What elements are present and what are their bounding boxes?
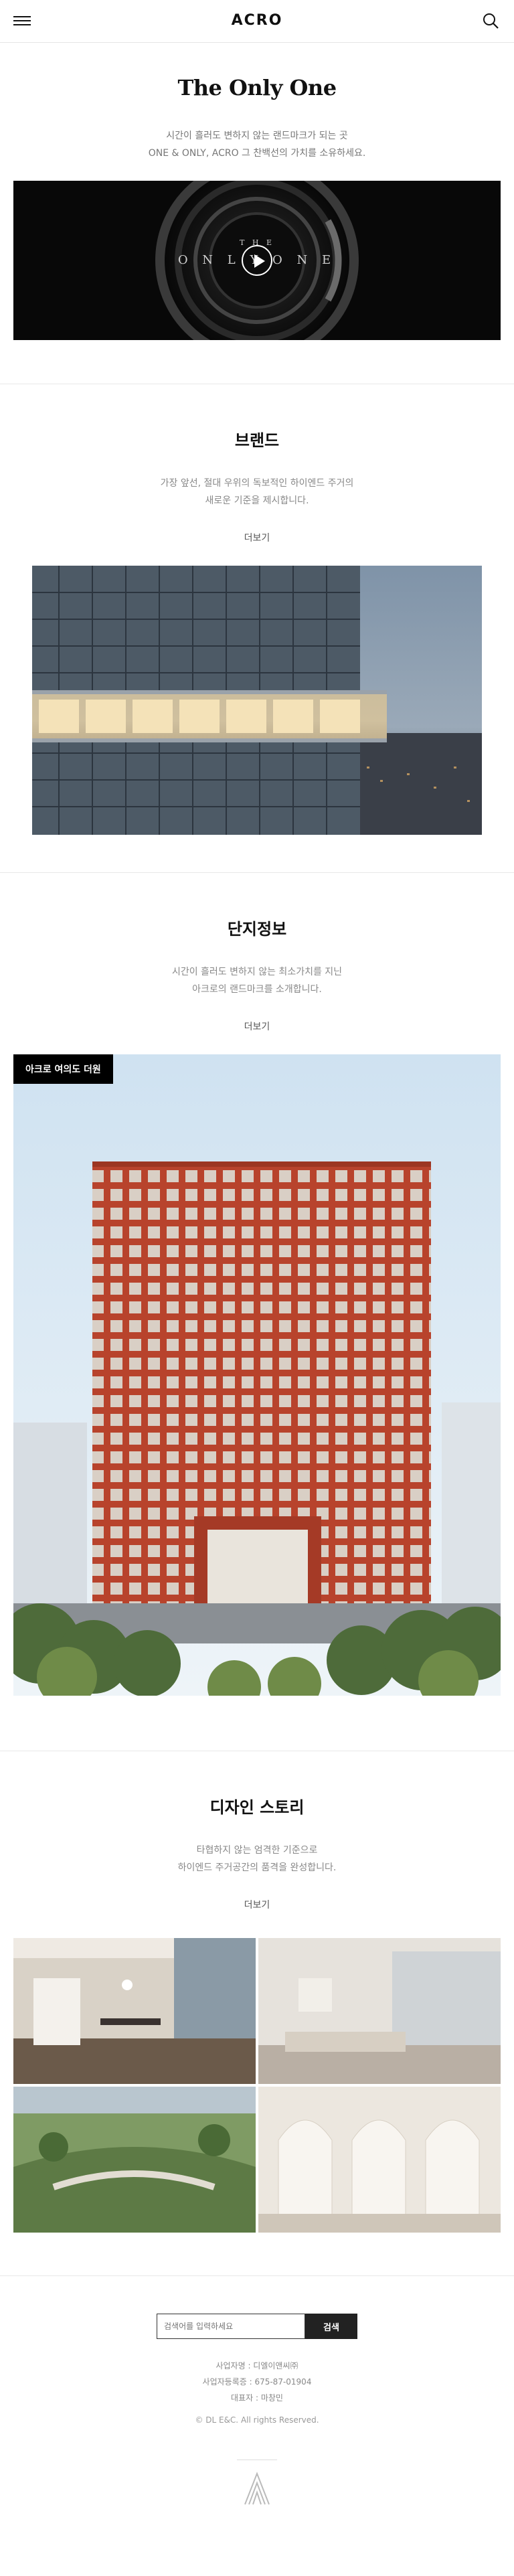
complex-title: 단지정보	[227, 920, 287, 939]
search-icon[interactable]	[482, 12, 499, 29]
arches-graphic	[258, 2087, 501, 2233]
lobby-graphic	[13, 1938, 256, 2084]
site-footer: 검색 사업자명 : 디엘이앤씨㈜ 사업자등록증 : 675-87-01904 대…	[0, 2276, 514, 2576]
design-desc-line2: 하이엔드 주거공간의 품격을 완성합니다.	[177, 1862, 337, 1873]
complex-section: 단지정보 시간이 흘러도 변하지 않는 최소가치를 지닌 아크로의 랜드마크를 …	[0, 873, 514, 1751]
intro-title: The Only One	[177, 75, 337, 100]
design-title: 디자인 스토리	[209, 1798, 305, 1817]
design-more-link[interactable]: 더보기	[0, 1898, 514, 1911]
copyright: © DL E&C. All rights Reserved.	[195, 2415, 319, 2425]
intro-section: The Only One 시간이 흘러도 변하지 않는 랜드마크가 되는 곳 O…	[0, 43, 514, 384]
brand-desc-line1: 가장 앞선, 절대 우위의 독보적인 하이엔드 주거의	[160, 478, 354, 489]
design-image-grid	[13, 1938, 501, 2233]
brand-building-graphic	[32, 566, 482, 835]
brand-section: 브랜드 가장 앞선, 절대 우위의 독보적인 하이엔드 주거의 새로운 기준을 …	[0, 384, 514, 873]
brand-desc-line2: 새로운 기준을 제시합니다.	[205, 495, 309, 506]
intro-desc-line1: 시간이 흘러도 변하지 않는 랜드마크가 되는 곳	[166, 131, 348, 141]
complex-desc-line1: 시간이 흘러도 변하지 않는 최소가치를 지닌	[171, 967, 343, 977]
footer-search-form: 검색	[0, 2314, 514, 2339]
design-description: 타협하지 않는 엄격한 기준으로 하이엔드 주거공간의 품격을 완성합니다.	[0, 1842, 514, 1876]
brand-more-link[interactable]: 더보기	[0, 531, 514, 544]
complex-name-tag: 아크로 여의도 더원	[13, 1054, 113, 1084]
company-name: 사업자명 : 디엘이앤씨㈜	[216, 2361, 298, 2370]
brand-building-image	[32, 566, 482, 835]
complex-description: 시간이 흘러도 변하지 않는 최소가치를 지닌 아크로의 랜드마크를 소개합니다…	[0, 963, 514, 998]
design-image-arches[interactable]	[258, 2087, 501, 2233]
design-image-living[interactable]	[258, 1938, 501, 2084]
complex-more-link[interactable]: 더보기	[0, 1020, 514, 1033]
garden-graphic	[13, 2087, 256, 2233]
business-number: 사업자등록증 : 675-87-01904	[202, 2377, 312, 2387]
site-logo[interactable]: ACRO	[0, 12, 514, 29]
ceo-name: 대표자 : 마창민	[231, 2393, 283, 2403]
design-desc-line1: 타협하지 않는 엄격한 기준으로	[196, 1845, 318, 1856]
design-section: 디자인 스토리 타협하지 않는 엄격한 기준으로 하이엔드 주거공간의 품격을 …	[0, 1751, 514, 2276]
design-image-lobby[interactable]	[13, 1938, 256, 2084]
brand-description: 가장 앞선, 절대 우위의 독보적인 하이엔드 주거의 새로운 기준을 제시합니…	[0, 475, 514, 509]
company-info: 사업자명 : 디엘이앤씨㈜ 사업자등록증 : 675-87-01904 대표자 …	[0, 2358, 514, 2406]
complex-building-graphic	[13, 1054, 501, 1696]
complex-building-image[interactable]: 아크로 여의도 더원	[13, 1054, 501, 1696]
complex-desc-line2: 아크로의 랜드마크를 소개합니다.	[192, 984, 322, 995]
design-image-garden[interactable]	[13, 2087, 256, 2233]
intro-desc-line2: ONE & ONLY, ACRO 그 찬백선의 가치를 소유하세요.	[148, 148, 366, 159]
play-icon[interactable]	[242, 245, 272, 276]
acro-logo-icon	[244, 2472, 270, 2505]
site-header: ACRO	[0, 0, 514, 43]
footer-search-button[interactable]: 검색	[305, 2314, 357, 2339]
footer-search-input[interactable]	[157, 2314, 305, 2339]
intro-description: 시간이 흘러도 변하지 않는 랜드마크가 되는 곳 ONE & ONLY, AC…	[0, 127, 514, 162]
living-graphic	[258, 1938, 501, 2084]
intro-video[interactable]: T H E O N L Y O N E	[13, 181, 501, 340]
brand-title: 브랜드	[234, 431, 280, 450]
